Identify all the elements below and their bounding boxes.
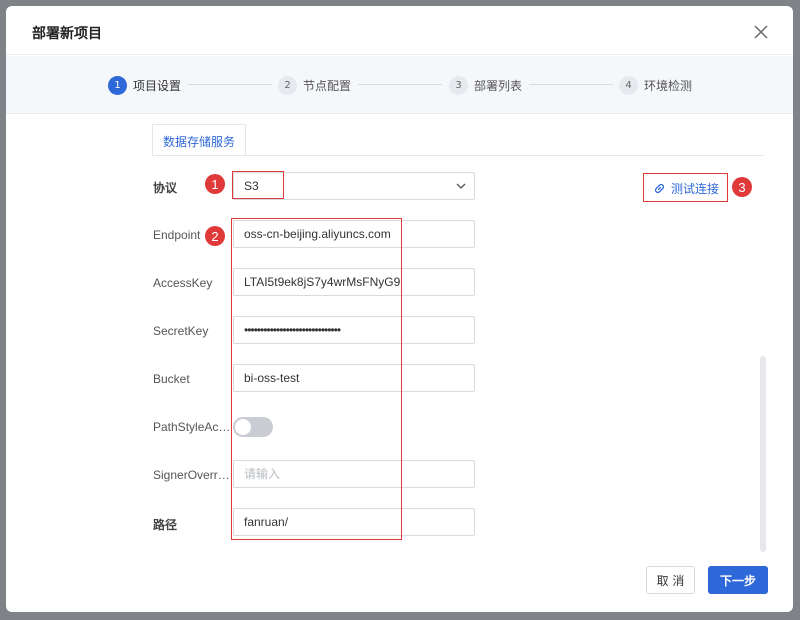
step-label: 环境检测 [644, 78, 693, 93]
dialog-title: 部署新项目 [32, 26, 102, 42]
annotation-badge-2: 2 [205, 226, 225, 246]
step-number: 4 [619, 75, 638, 95]
bucket-label: Bucket [153, 372, 190, 386]
signer-label: SignerOverride [153, 468, 231, 482]
step-2: 2 节点配置 [278, 75, 351, 95]
deploy-dialog: 部署新项目 1 项目设置 2 节点配置 3 部署列表 4 环境检测 数据存储服务… [6, 6, 793, 612]
step-1: 1 项目设置 [108, 75, 181, 95]
step-3: 3 部署列表 [449, 75, 522, 95]
dialog-header: 部署新项目 [6, 6, 793, 55]
chevron-down-icon [456, 183, 466, 189]
step-number: 1 [108, 75, 127, 95]
close-icon[interactable] [753, 24, 769, 40]
step-connector [358, 84, 442, 85]
next-button[interactable]: 下一步 [708, 566, 768, 594]
step-label: 项目设置 [133, 78, 182, 93]
path-label: 路径 [153, 518, 178, 532]
annotation-box-2 [231, 218, 402, 540]
secretkey-label: SecretKey [153, 324, 209, 338]
scrollbar[interactable] [760, 356, 766, 552]
step-number: 3 [449, 75, 468, 95]
step-4: 4 环境检测 [619, 75, 692, 95]
step-label: 部署列表 [474, 78, 523, 93]
annotation-box-1 [232, 171, 284, 199]
annotation-badge-1: 1 [205, 174, 225, 194]
annotation-box-3 [643, 173, 728, 202]
cancel-button[interactable]: 取 消 [646, 566, 695, 594]
step-connector [188, 84, 272, 85]
step-number: 2 [278, 75, 297, 95]
step-progress: 1 项目设置 2 节点配置 3 部署列表 4 环境检测 [6, 56, 793, 114]
pathstyle-label: PathStyleAccess [153, 420, 231, 434]
annotation-badge-3: 3 [732, 177, 752, 197]
step-label: 节点配置 [303, 78, 352, 93]
tab-divider [152, 155, 764, 156]
tab-data-storage[interactable]: 数据存储服务 [152, 124, 247, 156]
accesskey-label: AccessKey [153, 276, 213, 290]
step-connector [529, 84, 613, 85]
